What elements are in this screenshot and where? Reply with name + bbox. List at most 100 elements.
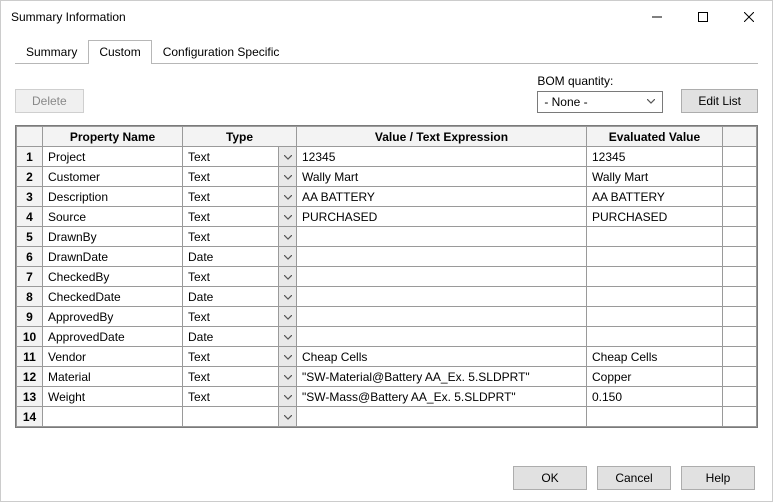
new-property-placeholder[interactable] <box>43 407 183 427</box>
value-cell[interactable] <box>297 267 587 287</box>
evaluated-cell[interactable]: Wally Mart <box>587 167 723 187</box>
type-dropdown-button[interactable] <box>279 367 297 387</box>
minimize-button[interactable] <box>634 1 680 33</box>
type-dropdown-button[interactable] <box>279 307 297 327</box>
evaluated-cell[interactable]: PURCHASED <box>587 207 723 227</box>
col-property-name[interactable]: Property Name <box>43 127 183 147</box>
tab-summary[interactable]: Summary <box>15 40 88 64</box>
value-cell[interactable] <box>297 327 587 347</box>
row-number[interactable]: 2 <box>17 167 43 187</box>
bom-quantity-dropdown[interactable]: - None - <box>537 91 663 113</box>
property-name-cell[interactable]: Description <box>43 187 183 207</box>
type-cell[interactable]: Date <box>183 287 279 307</box>
type-cell[interactable]: Text <box>183 307 279 327</box>
evaluated-cell[interactable] <box>587 227 723 247</box>
property-name-cell[interactable]: ApprovedDate <box>43 327 183 347</box>
row-number[interactable]: 13 <box>17 387 43 407</box>
property-name-cell[interactable]: DrawnBy <box>43 227 183 247</box>
evaluated-cell[interactable] <box>587 267 723 287</box>
evaluated-cell[interactable] <box>587 247 723 267</box>
row-number[interactable]: 4 <box>17 207 43 227</box>
type-dropdown-button[interactable] <box>279 327 297 347</box>
evaluated-cell[interactable]: Copper <box>587 367 723 387</box>
row-number[interactable]: 5 <box>17 227 43 247</box>
value-cell[interactable] <box>297 227 587 247</box>
evaluated-cell[interactable] <box>587 327 723 347</box>
property-name-cell[interactable]: CheckedDate <box>43 287 183 307</box>
evaluated-cell[interactable] <box>587 407 723 427</box>
property-name-cell[interactable]: Source <box>43 207 183 227</box>
property-name-cell[interactable]: ApprovedBy <box>43 307 183 327</box>
type-cell[interactable]: Text <box>183 167 279 187</box>
row-number[interactable]: 8 <box>17 287 43 307</box>
evaluated-cell[interactable]: 12345 <box>587 147 723 167</box>
row-number[interactable]: 3 <box>17 187 43 207</box>
tab-configuration-specific[interactable]: Configuration Specific <box>152 40 291 64</box>
type-dropdown-button[interactable] <box>279 227 297 247</box>
close-button[interactable] <box>726 1 772 33</box>
type-dropdown-button[interactable] <box>279 207 297 227</box>
type-dropdown-button[interactable] <box>279 347 297 367</box>
type-cell[interactable]: Text <box>183 387 279 407</box>
value-cell[interactable]: 12345 <box>297 147 587 167</box>
type-cell[interactable]: Text <box>183 267 279 287</box>
type-dropdown-button[interactable] <box>279 167 297 187</box>
type-dropdown-button[interactable] <box>279 147 297 167</box>
tab-custom[interactable]: Custom <box>88 40 151 64</box>
col-value[interactable]: Value / Text Expression <box>297 127 587 147</box>
col-evaluated[interactable]: Evaluated Value <box>587 127 723 147</box>
type-cell[interactable]: Text <box>183 187 279 207</box>
type-dropdown-button[interactable] <box>279 407 297 427</box>
type-cell[interactable]: Date <box>183 247 279 267</box>
value-cell[interactable]: Wally Mart <box>297 167 587 187</box>
row-number[interactable]: 14 <box>17 407 43 427</box>
row-number[interactable]: 9 <box>17 307 43 327</box>
maximize-button[interactable] <box>680 1 726 33</box>
property-name-cell[interactable]: Project <box>43 147 183 167</box>
type-dropdown-button[interactable] <box>279 247 297 267</box>
row-number[interactable]: 11 <box>17 347 43 367</box>
edit-list-button[interactable]: Edit List <box>681 89 758 113</box>
value-cell[interactable]: "SW-Material@Battery AA_Ex. 5.SLDPRT" <box>297 367 587 387</box>
type-cell[interactable]: Text <box>183 207 279 227</box>
property-name-cell[interactable]: Weight <box>43 387 183 407</box>
evaluated-cell[interactable] <box>587 287 723 307</box>
property-name-cell[interactable]: DrawnDate <box>43 247 183 267</box>
row-number[interactable]: 1 <box>17 147 43 167</box>
property-name-cell[interactable]: Material <box>43 367 183 387</box>
row-number[interactable]: 6 <box>17 247 43 267</box>
row-number[interactable]: 12 <box>17 367 43 387</box>
value-cell[interactable] <box>297 307 587 327</box>
delete-button[interactable]: Delete <box>15 89 84 113</box>
value-cell[interactable]: "SW-Mass@Battery AA_Ex. 5.SLDPRT" <box>297 387 587 407</box>
col-type[interactable]: Type <box>183 127 297 147</box>
row-number[interactable]: 7 <box>17 267 43 287</box>
cancel-button[interactable]: Cancel <box>597 466 671 490</box>
value-cell[interactable]: PURCHASED <box>297 207 587 227</box>
help-button[interactable]: Help <box>681 466 755 490</box>
type-cell[interactable]: Text <box>183 147 279 167</box>
type-cell[interactable]: Date <box>183 327 279 347</box>
property-name-cell[interactable]: Vendor <box>43 347 183 367</box>
value-cell[interactable] <box>297 247 587 267</box>
type-cell[interactable]: Text <box>183 347 279 367</box>
type-cell[interactable]: Text <box>183 227 279 247</box>
evaluated-cell[interactable]: AA BATTERY <box>587 187 723 207</box>
type-dropdown-button[interactable] <box>279 267 297 287</box>
value-cell[interactable] <box>297 407 587 427</box>
evaluated-cell[interactable]: Cheap Cells <box>587 347 723 367</box>
value-cell[interactable]: AA BATTERY <box>297 187 587 207</box>
type-dropdown-button[interactable] <box>279 187 297 207</box>
property-name-cell[interactable]: CheckedBy <box>43 267 183 287</box>
row-number[interactable]: 10 <box>17 327 43 347</box>
select-all-corner[interactable] <box>17 127 43 147</box>
property-name-cell[interactable]: Customer <box>43 167 183 187</box>
ok-button[interactable]: OK <box>513 466 587 490</box>
value-cell[interactable] <box>297 287 587 307</box>
evaluated-cell[interactable] <box>587 307 723 327</box>
type-cell[interactable] <box>183 407 279 427</box>
type-cell[interactable]: Text <box>183 367 279 387</box>
type-dropdown-button[interactable] <box>279 387 297 407</box>
type-dropdown-button[interactable] <box>279 287 297 307</box>
evaluated-cell[interactable]: 0.150 <box>587 387 723 407</box>
